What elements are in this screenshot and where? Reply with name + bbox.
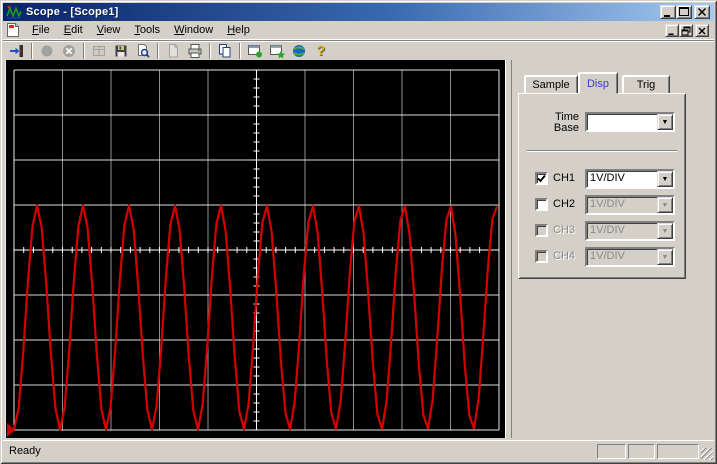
stop-icon xyxy=(63,44,75,57)
menu-tools[interactable]: Tools xyxy=(127,22,167,39)
time-base-label: Time Base xyxy=(553,111,579,134)
ch4-scale-value: 1V/DIV xyxy=(590,250,625,262)
status-pane xyxy=(597,444,626,459)
minimize-button[interactable] xyxy=(660,5,676,19)
menu-help[interactable]: Help xyxy=(220,22,257,39)
properties-button[interactable] xyxy=(244,42,266,60)
ch1-label: CH1 xyxy=(553,172,576,184)
globe-icon xyxy=(293,44,305,57)
ch3-scale-select[interactable]: 1V/DIV ▼ xyxy=(585,221,675,241)
restore-icon xyxy=(681,26,691,35)
record-icon xyxy=(41,45,53,56)
toolbar-separator xyxy=(83,42,85,59)
resize-grip[interactable] xyxy=(701,448,713,460)
toolbar-separator xyxy=(239,42,241,59)
ch1-checkbox[interactable] xyxy=(535,172,548,185)
save-icon xyxy=(115,45,127,56)
ch4-label: CH4 xyxy=(553,250,576,262)
menu-window[interactable]: Window xyxy=(167,22,220,39)
tab-disp[interactable]: Disp xyxy=(578,72,618,94)
chevron-down-icon[interactable]: ▼ xyxy=(657,171,673,187)
print-button[interactable] xyxy=(184,42,206,60)
ch3-checkbox[interactable] xyxy=(535,224,548,237)
splitter-handle[interactable] xyxy=(505,60,512,438)
save-button[interactable] xyxy=(110,42,132,60)
properties-icon xyxy=(248,44,262,57)
web-button[interactable] xyxy=(288,42,310,60)
stop-button[interactable] xyxy=(58,42,80,60)
ch2-checkbox[interactable] xyxy=(535,198,548,211)
maximize-button[interactable] xyxy=(676,5,692,19)
toolbar: ? ? xyxy=(3,40,714,60)
title-bar: Scope - [Scope1] xyxy=(3,3,714,21)
close-icon xyxy=(698,27,706,34)
divider xyxy=(527,150,677,152)
status-bar: Ready xyxy=(3,440,714,461)
toolbar-separator xyxy=(31,42,33,59)
options-icon xyxy=(270,44,285,58)
chevron-down-icon[interactable]: ▼ xyxy=(657,223,673,239)
ch1-scale-value: 1V/DIV xyxy=(590,172,625,184)
menu-edit[interactable]: Edit xyxy=(57,22,90,39)
tab-label: Trig xyxy=(636,79,656,91)
chevron-down-icon[interactable]: ▼ xyxy=(657,249,673,265)
chevron-down-icon[interactable]: ▼ xyxy=(657,114,673,130)
print-icon xyxy=(188,43,202,58)
status-pane xyxy=(628,444,655,459)
tab-label: Disp xyxy=(586,78,609,90)
document-icon xyxy=(169,43,178,57)
tab-trig[interactable]: Trig xyxy=(622,75,670,94)
chevron-down-icon[interactable]: ▼ xyxy=(657,197,673,213)
record-button[interactable] xyxy=(36,42,58,60)
document-icon xyxy=(7,23,19,37)
disp-tab-page: Time Base ▼ CH1 1V/DIV ▼ CH2 1V/DIV ▼ CH… xyxy=(518,93,686,279)
mdi-restore-button[interactable] xyxy=(679,24,693,37)
menu-bar: File Edit View Tools Window Help xyxy=(3,21,714,40)
ch3-scale-value: 1V/DIV xyxy=(590,224,625,236)
ch2-scale-value: 1V/DIV xyxy=(590,198,625,210)
menu-view[interactable]: View xyxy=(90,22,128,39)
window-title: Scope - [Scope1] xyxy=(26,6,119,18)
tab-sample[interactable]: Sample xyxy=(524,75,578,94)
app-icon xyxy=(6,5,22,19)
print-preview-icon xyxy=(138,43,150,58)
ch3-label: CH3 xyxy=(553,224,576,236)
ch4-scale-select[interactable]: 1V/DIV ▼ xyxy=(585,247,675,267)
status-pane xyxy=(657,444,699,459)
ch1-scale-select[interactable]: 1V/DIV ▼ xyxy=(585,169,675,189)
grid-icon xyxy=(93,45,105,56)
exit-button[interactable] xyxy=(6,42,28,60)
toolbar-separator xyxy=(157,42,159,59)
scope-display xyxy=(5,60,506,438)
mdi-minimize-button[interactable] xyxy=(665,24,679,37)
mdi-close-button[interactable] xyxy=(695,24,709,37)
close-button[interactable] xyxy=(694,5,710,19)
waveform-plot xyxy=(6,60,506,438)
help-icon: ? ? xyxy=(317,43,326,59)
copy-button[interactable] xyxy=(214,42,236,60)
close-icon xyxy=(697,7,707,17)
print-preview-button[interactable] xyxy=(132,42,154,60)
ch2-scale-select[interactable]: 1V/DIV ▼ xyxy=(585,195,675,215)
control-panel: Sample Disp Trig Time Base ▼ CH1 1V/DIV … xyxy=(512,60,714,438)
tab-label: Sample xyxy=(532,79,570,91)
options-button[interactable] xyxy=(266,42,288,60)
maximize-icon xyxy=(679,7,689,16)
time-base-select[interactable]: ▼ xyxy=(585,112,675,132)
exit-icon xyxy=(10,44,23,57)
menu-file[interactable]: File xyxy=(25,22,57,39)
minimize-icon xyxy=(664,15,670,17)
status-text: Ready xyxy=(9,445,41,457)
ch4-checkbox[interactable] xyxy=(535,250,548,263)
svg-text:?: ? xyxy=(317,43,326,59)
ch2-label: CH2 xyxy=(553,198,576,210)
minimize-icon xyxy=(668,33,674,35)
copy-icon xyxy=(219,43,231,57)
paste-button[interactable] xyxy=(162,42,184,60)
help-button[interactable]: ? ? xyxy=(310,42,332,60)
grid-view-button[interactable] xyxy=(88,42,110,60)
app-window: Scope - [Scope1] File Edit View Tools Wi… xyxy=(0,0,717,464)
check-icon xyxy=(537,174,546,183)
toolbar-separator xyxy=(209,42,211,59)
